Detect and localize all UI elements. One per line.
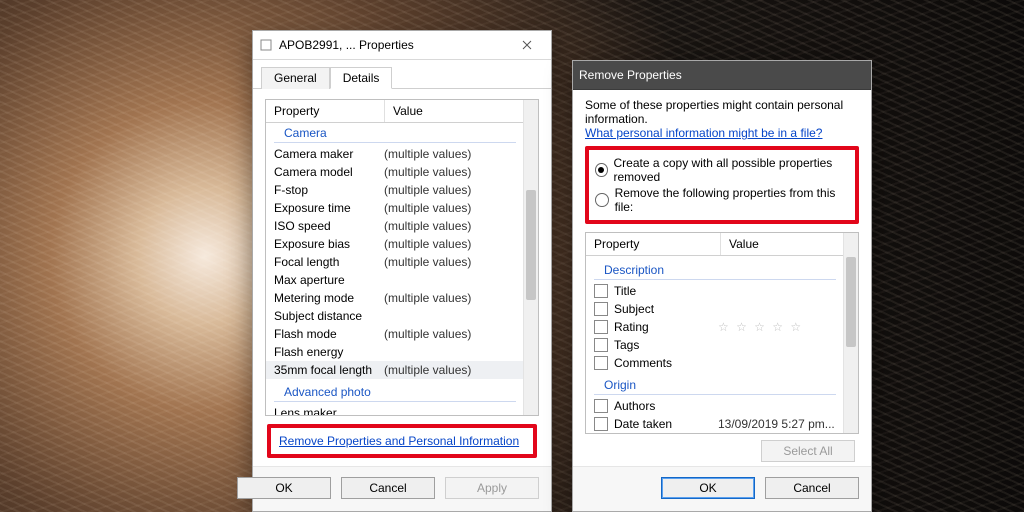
remove-properties-link[interactable]: Remove Properties and Personal Informati… <box>279 434 519 448</box>
annotation-highlight: Remove Properties and Personal Informati… <box>267 424 537 458</box>
prop-row: Metering mode(multiple values) <box>266 289 524 307</box>
cancel-button[interactable]: Cancel <box>341 477 435 499</box>
prop-row: Max aperture <box>266 271 524 289</box>
close-icon[interactable] <box>509 34 545 56</box>
cancel-button[interactable]: Cancel <box>765 477 859 499</box>
remove-list-header: Property Value <box>586 233 858 256</box>
properties-list: Property Value Camera Camera maker(multi… <box>265 99 539 416</box>
select-all-button[interactable]: Select All <box>761 440 855 462</box>
properties-list-header: Property Value <box>266 100 538 123</box>
col-value[interactable]: Value <box>385 100 538 122</box>
prop-row: Lens maker <box>266 404 524 415</box>
checkbox[interactable] <box>594 320 608 334</box>
remove-rows[interactable]: Description Title Subject Rating☆ ☆ ☆ ☆ … <box>586 257 844 433</box>
group-description: Description <box>594 259 836 280</box>
tab-details[interactable]: Details <box>330 67 393 89</box>
radio-label: Create a copy with all possible properti… <box>614 156 849 184</box>
group-origin: Origin <box>594 374 836 395</box>
radio-create-copy[interactable]: Create a copy with all possible properti… <box>595 156 849 184</box>
annotation-highlight: Create a copy with all possible properti… <box>585 146 859 224</box>
radio-icon[interactable] <box>595 163 608 177</box>
properties-footer: OK Cancel Apply <box>253 466 551 511</box>
ok-button[interactable]: OK <box>237 477 331 499</box>
col-property[interactable]: Property <box>586 233 721 255</box>
remove-scrollbar[interactable] <box>843 233 858 433</box>
apply-button[interactable]: Apply <box>445 477 539 499</box>
remove-footer: OK Cancel <box>573 466 871 511</box>
col-value[interactable]: Value <box>721 233 858 255</box>
checkbox[interactable] <box>594 417 608 431</box>
prop-row: Exposure time(multiple values) <box>266 199 524 217</box>
star-rating: ☆ ☆ ☆ ☆ ☆ <box>718 320 844 334</box>
list-item: Subject <box>586 300 844 318</box>
list-item: Comments <box>586 354 844 372</box>
properties-rows[interactable]: Camera Camera maker(multiple values) Cam… <box>266 124 524 415</box>
checkbox[interactable] <box>594 399 608 413</box>
list-item: Date taken13/09/2019 5:27 pm... <box>586 415 844 433</box>
prop-row: Flash energy <box>266 343 524 361</box>
list-item: Tags <box>586 336 844 354</box>
properties-title: APOB2991, ... Properties <box>279 38 509 52</box>
remove-intro: Some of these properties might contain p… <box>585 98 859 126</box>
checkbox[interactable] <box>594 356 608 370</box>
prop-row: Subject distance <box>266 307 524 325</box>
checkbox[interactable] <box>594 302 608 316</box>
prop-row: Camera model(multiple values) <box>266 163 524 181</box>
prop-row: Focal length(multiple values) <box>266 253 524 271</box>
radio-label: Remove the following properties from thi… <box>615 186 849 214</box>
list-item: Title <box>586 282 844 300</box>
group-camera: Camera <box>274 124 516 143</box>
prop-row: F-stop(multiple values) <box>266 181 524 199</box>
remove-scroll-thumb[interactable] <box>846 257 856 347</box>
checkbox[interactable] <box>594 284 608 298</box>
checkbox[interactable] <box>594 338 608 352</box>
tab-general[interactable]: General <box>261 67 330 89</box>
radio-icon[interactable] <box>595 193 609 207</box>
remove-list: Property Value Description Title Subject… <box>585 232 859 434</box>
properties-titlebar[interactable]: APOB2991, ... Properties <box>253 31 551 60</box>
list-item: Authors <box>586 397 844 415</box>
group-advanced-photo: Advanced photo <box>274 381 516 402</box>
properties-tabs: General Details <box>253 60 551 89</box>
properties-scroll-thumb[interactable] <box>526 190 536 300</box>
properties-dialog: APOB2991, ... Properties General Details… <box>252 30 552 512</box>
prop-row: 35mm focal length(multiple values) <box>266 361 524 379</box>
prop-row: ISO speed(multiple values) <box>266 217 524 235</box>
properties-scrollbar[interactable] <box>523 100 538 415</box>
prop-row: Camera maker(multiple values) <box>266 145 524 163</box>
remove-properties-dialog: Remove Properties Some of these properti… <box>572 60 872 512</box>
remove-titlebar[interactable]: Remove Properties <box>573 61 871 90</box>
ok-button[interactable]: OK <box>661 477 755 499</box>
col-property[interactable]: Property <box>266 100 385 122</box>
remove-help-link[interactable]: What personal information might be in a … <box>585 126 822 140</box>
prop-row: Flash mode(multiple values) <box>266 325 524 343</box>
list-item: Rating☆ ☆ ☆ ☆ ☆ <box>586 318 844 336</box>
file-icon <box>259 38 273 52</box>
radio-remove-following[interactable]: Remove the following properties from thi… <box>595 186 849 214</box>
prop-row: Exposure bias(multiple values) <box>266 235 524 253</box>
remove-title: Remove Properties <box>579 68 865 82</box>
